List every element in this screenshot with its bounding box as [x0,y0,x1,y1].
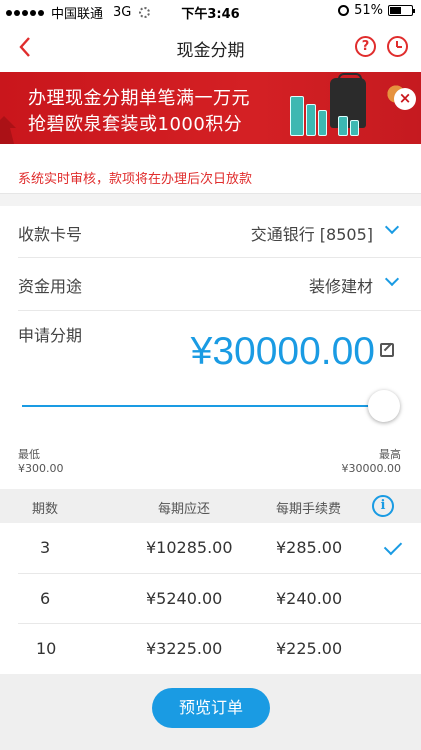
row-periods: 3 [40,538,51,557]
min-label: 最低 [18,448,40,461]
amount-slider-handle[interactable] [368,390,400,422]
fund-purpose-label: 资金用途 [18,277,83,296]
row-payment: ¥10285.00 [146,538,233,557]
review-notice: 系统实时审核，款项将在办理后次日放款 [0,144,421,194]
card-number-row[interactable]: 收款卡号 交通银行 [8505] [0,206,421,258]
chevron-down-icon [385,272,399,290]
banner-line-2: 抢碧欧泉套装或1000积分 [28,114,243,135]
row-periods: 10 [36,639,57,658]
banner-line-1: 办理现金分期单笔满一万元 [28,88,250,109]
header-periods: 期数 [32,502,59,517]
info-icon[interactable]: i [372,495,394,517]
max-value: ¥30000.00 [341,462,402,475]
table-row[interactable]: 10 ¥3225.00 ¥225.00 [0,624,421,674]
edit-icon[interactable] [380,343,394,357]
table-row[interactable]: 6 ¥5240.00 ¥240.00 [0,574,421,624]
help-icon: ? [361,39,370,54]
alarm-icon [338,5,350,16]
row-periods: 6 [40,589,51,608]
product-bottle-icon [306,104,316,136]
battery-icon [388,5,415,16]
card-number-label: 收款卡号 [18,225,83,244]
preview-order-button[interactable]: 预览订单 [152,688,270,728]
backpack-icon [330,73,366,128]
header-fee: 每期手续费 [276,502,342,517]
help-button[interactable]: ? [355,36,376,57]
row-payment: ¥3225.00 [146,639,223,658]
installment-table-header: 期数 每期应还 每期手续费 [0,489,421,523]
card-number-value: 交通银行 [8505] [250,225,373,244]
row-divider [18,310,421,311]
table-row[interactable]: 3 ¥10285.00 ¥285.00 [0,523,421,573]
row-fee: ¥240.00 [276,589,343,608]
row-payment: ¥5240.00 [146,589,223,608]
header-payment: 每期应还 [158,502,211,517]
notice-text: 系统实时审核，款项将在办理后次日放款 [18,172,253,187]
max-label: 最高 [379,448,401,461]
section-divider [0,194,421,206]
product-bottle-icon [290,96,304,136]
amount-value[interactable]: ¥30000.00 [191,330,375,374]
row-fee: ¥225.00 [276,639,343,658]
promo-banner[interactable]: 办理现金分期单笔满一万元 抢碧欧泉套装或1000积分 [0,72,421,144]
battery-percent: 51% [354,3,383,18]
footer-bar: 预览订单 [0,674,421,750]
min-value: ¥300.00 [18,462,64,475]
product-bottle-icon [350,120,359,136]
battery-fill [390,7,401,14]
banner-close-button[interactable]: × [394,88,416,110]
chevron-down-icon [385,220,399,238]
product-bottle-icon [338,116,348,136]
status-right: 51% [338,3,415,18]
fund-purpose-value: 装修建材 [308,277,373,296]
check-icon [383,536,403,556]
fund-purpose-row[interactable]: 资金用途 装修建材 [0,258,421,310]
history-clock-button[interactable] [387,36,408,57]
row-fee: ¥285.00 [276,538,343,557]
amount-slider-track[interactable] [22,405,384,407]
amount-label: 申请分期 [18,326,83,345]
product-bottle-icon [318,110,327,136]
status-bar: 中国联通 3G 下午3:46 51% [0,0,421,22]
nav-bar: 现金分期 ? [0,22,421,72]
